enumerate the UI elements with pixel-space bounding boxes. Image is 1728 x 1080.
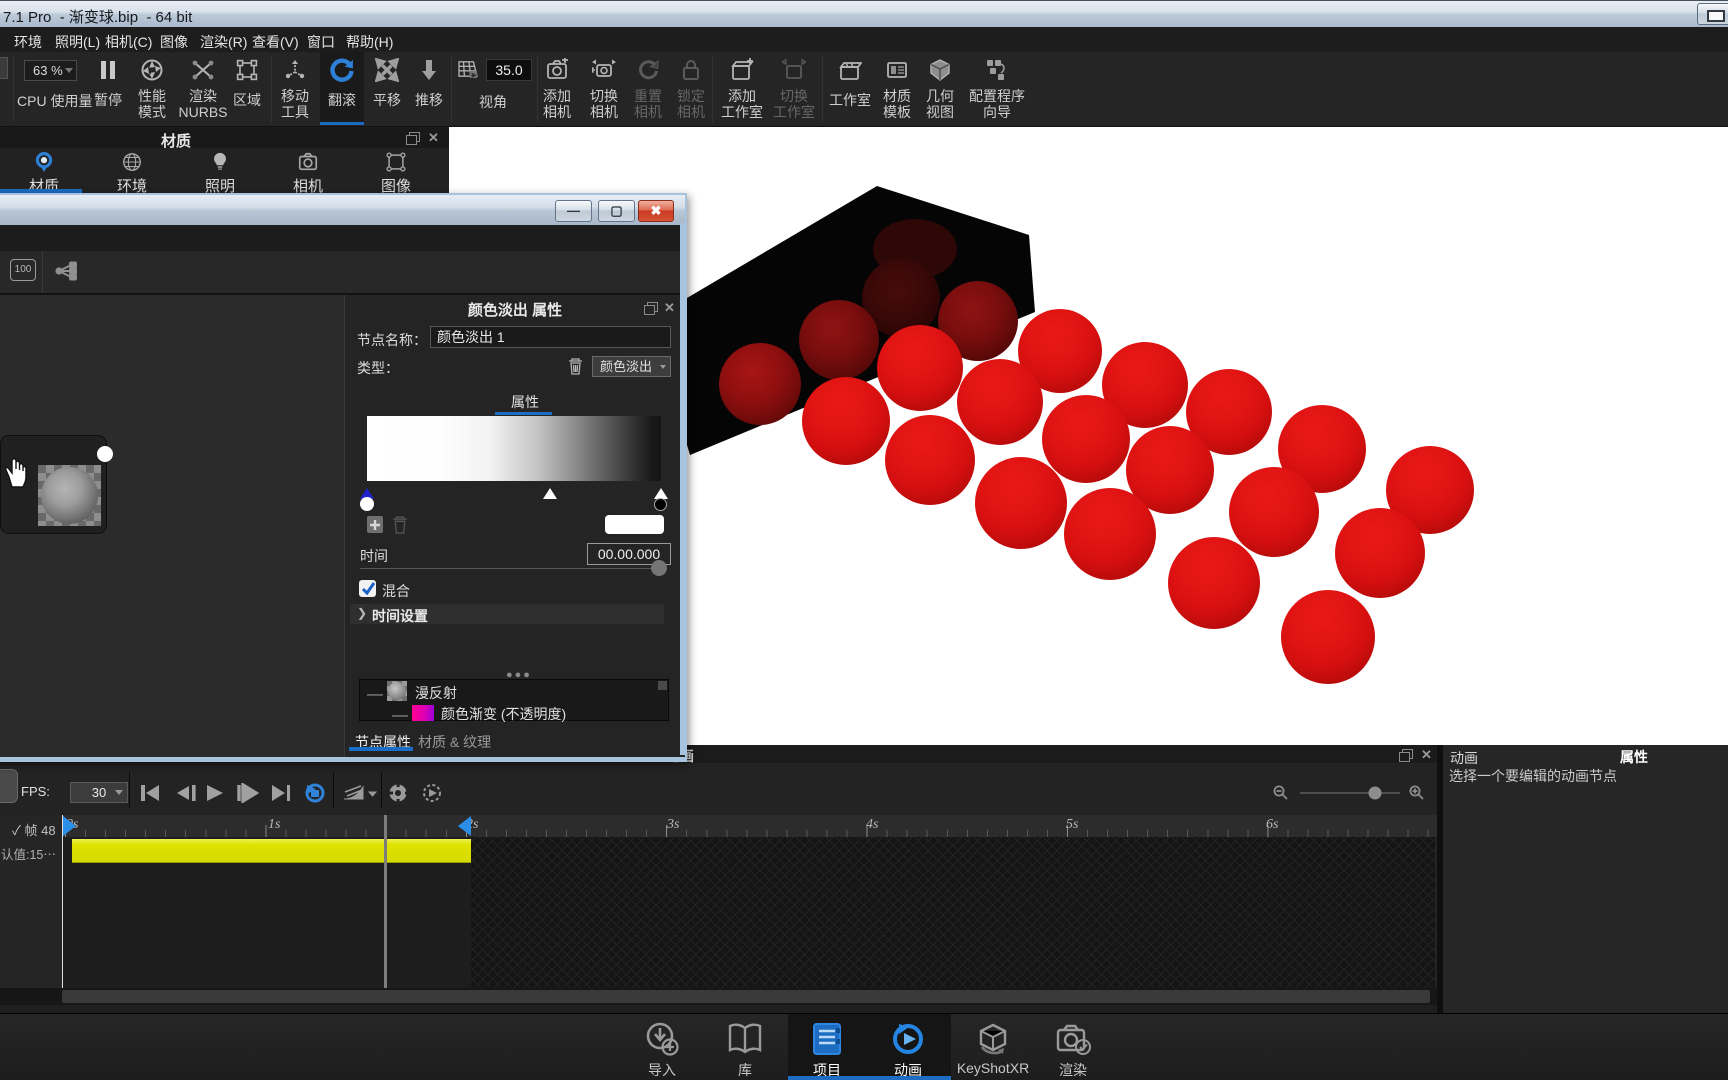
svg-text:P: P bbox=[149, 66, 155, 76]
